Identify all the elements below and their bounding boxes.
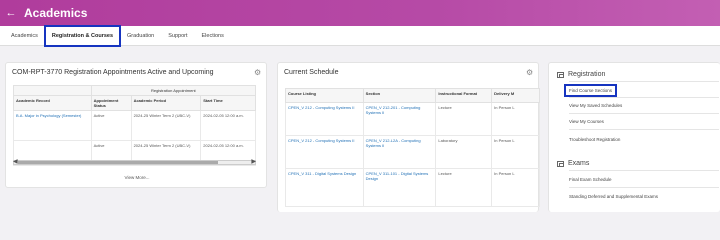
divider [569,113,719,114]
table-cell: Lecture [435,102,493,136]
back-arrow-icon[interactable]: ← [4,7,18,19]
find-course-sections-link[interactable]: Find Course Sections [563,84,618,97]
divider [569,187,719,188]
course-listing-link[interactable]: CPEN_V 212 - Computing Systems II [285,135,364,169]
gear-icon[interactable]: ⚙ [526,68,533,77]
view-more-link[interactable]: View More... [6,175,268,180]
divider [569,129,719,130]
group-header: Registration Appointment [90,85,257,96]
tab-academics[interactable]: Academics [4,26,45,46]
appointments-title: COM-RPT-3770 Registration Appointments A… [12,69,214,76]
column-header: Course Listing [285,88,364,103]
column-header: Delivery M [491,88,540,103]
registration-section-heading: Registration [557,71,605,78]
tab-bar: Academics Registration & Courses Graduat… [0,24,720,47]
schedule-panel: Current Schedule ⚙ Course Listing Sectio… [277,62,540,212]
exams-section-heading: Exams [557,160,589,167]
appointments-panel: COM-RPT-3770 Registration Appointments A… [5,62,267,188]
table-cell: In Person L [491,135,540,169]
table-row: CPEN_V 212 - Computing Systems II CPEN_V… [285,102,540,136]
horizontal-scrollbar[interactable]: ◀ ▶ [13,158,256,165]
section-link[interactable]: CPEN_V 212-201 - Computing Systems II [362,102,437,136]
section-link[interactable]: CPEN_V 311-101 - Digital Systems Design [362,168,437,207]
divider [569,97,719,98]
final-exam-schedule-link[interactable]: Final Exam Schedule [569,177,612,182]
table-cell: In Person L [491,102,540,136]
scroll-right-icon[interactable]: ▶ [251,158,256,165]
column-header: Start Time [200,95,256,111]
tab-support[interactable]: Support [161,26,194,46]
deferred-supplemental-exams-link[interactable]: Standing Deferred and Supplemental Exams [569,194,658,199]
tab-registration-courses[interactable]: Registration & Courses [43,24,122,47]
schedule-table: Course Listing Section Instructional For… [285,88,540,207]
scroll-left-icon[interactable]: ◀ [13,158,18,165]
divider [569,81,719,82]
app-title: Academics [24,6,88,20]
tab-graduation[interactable]: Graduation [120,26,161,46]
course-listing-link[interactable]: CPEN_V 311 - Digital Systems Design [285,168,364,207]
column-header: Academic Record [13,95,92,111]
view-my-courses-link[interactable]: View My Courses [569,119,604,124]
scrollbar-thumb[interactable] [18,161,218,164]
column-header: Academic Period [130,95,202,111]
links-panel: Registration Find Course Sections View M… [548,62,720,212]
registration-heading-label: Registration [568,71,606,78]
column-header: Section [362,88,437,103]
table-cell: Active [90,110,132,141]
view-saved-schedules-link[interactable]: View My Saved Schedules [569,103,622,108]
folder-icon [557,71,564,78]
table-row: B.A. Major in Psychology (Semester) Acti… [13,110,256,141]
table-header-row: Academic Record Appointment Status Acade… [13,95,256,111]
table-row: CPEN_V 311 - Digital Systems Design CPEN… [285,168,540,207]
table-cell: In Person L [491,168,540,207]
table-row: CPEN_V 212 - Computing Systems II CPEN_V… [285,135,540,169]
divider [569,170,719,171]
column-header: Instructional Format [435,88,493,103]
table-cell: 2024-25 Winter Term 2 (UBC-V) [130,110,202,141]
table-cell: 2024-02-05 12:00 a.m. [200,110,256,141]
tab-elections[interactable]: Elections [195,26,231,46]
schedule-title: Current Schedule [284,69,339,76]
app-header: ← Academics [0,0,720,26]
course-listing-link[interactable]: CPEN_V 212 - Computing Systems II [285,102,364,136]
appointments-table: Registration Appointment Academic Record… [13,85,257,166]
table-header-row: Course Listing Section Instructional For… [285,88,540,103]
folder-icon [557,160,564,167]
column-header: Appointment Status [90,95,132,111]
gear-icon[interactable]: ⚙ [254,68,261,77]
exams-heading-label: Exams [568,160,590,167]
section-link[interactable]: CPEN_V 212-L2A - Computing Systems II [362,135,437,169]
academic-record-link[interactable]: B.A. Major in Psychology (Semester) [13,110,92,141]
troubleshoot-registration-link[interactable]: Troubleshoot Registration [569,137,620,142]
table-cell: Laboratory [435,135,493,169]
table-cell: Lecture [435,168,493,207]
